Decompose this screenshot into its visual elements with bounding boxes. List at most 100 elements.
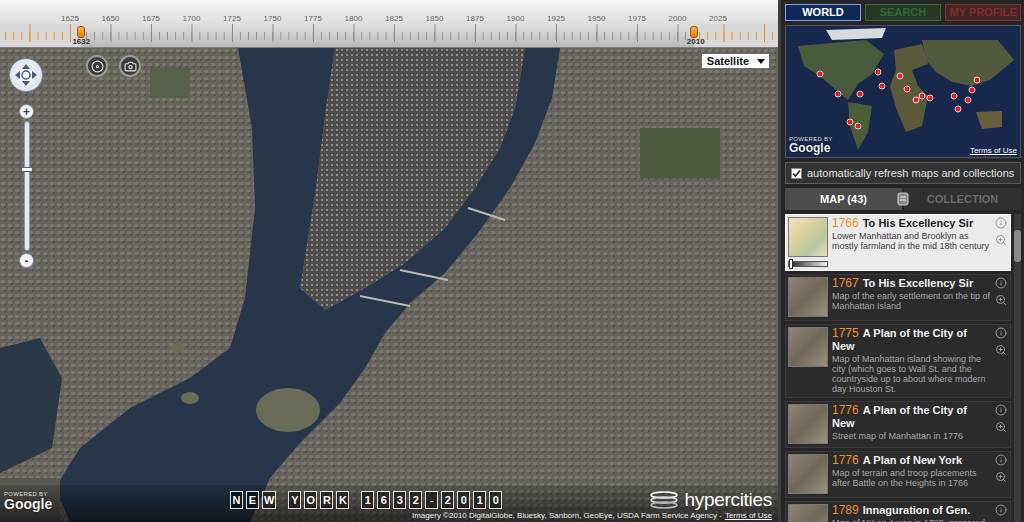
map-description: Map of Manhattan island showing the city… [832, 354, 991, 394]
info-icon[interactable] [995, 217, 1007, 229]
timeline[interactable]: 1625165016751700172517501775180018251850… [0, 0, 778, 48]
terms-link[interactable]: Terms of Use [725, 511, 772, 521]
map-pin[interactable] [879, 83, 885, 89]
zoom-in-icon[interactable] [995, 421, 1007, 433]
list-scrollbar[interactable] [1014, 214, 1021, 522]
map-thumbnail[interactable] [788, 454, 828, 494]
timeline-tick-label: 1850 [415, 14, 455, 24]
list-tab[interactable]: COLLECTION [904, 188, 1021, 210]
satellite-imagery[interactable] [0, 48, 778, 522]
zoom-in-icon[interactable] [995, 294, 1007, 306]
range-start-label: 1632 [67, 37, 95, 46]
map-description: Map of the early settlement on the tip o… [832, 291, 991, 311]
layer-button[interactable] [86, 55, 108, 77]
map-thumbnail[interactable] [788, 504, 828, 522]
map-title: A Plan of New York [863, 454, 962, 466]
range-start-handle[interactable] [77, 26, 85, 38]
map-pin[interactable] [817, 71, 823, 77]
side-panel: WORLDSEARCHMY PROFILE POWERED BYGoogleTer… [778, 0, 1024, 522]
map[interactable]: +-SatellitePOWERED BYGoogleNEWYORK1632-2… [0, 48, 778, 522]
map-list-item[interactable]: 1767To His Excellency SirMap of the earl… [785, 274, 1011, 321]
toggle-icon[interactable] [895, 192, 911, 206]
map-list-item[interactable]: 1776A Plan of the City of NewStreet map … [785, 401, 1011, 448]
opacity-slider-thumb[interactable] [789, 259, 793, 269]
list-tabs: MAP (43)COLLECTION [785, 188, 1021, 210]
panel-tab[interactable]: WORLD [785, 4, 861, 21]
zoom-out-button[interactable]: - [19, 253, 34, 268]
letter-box: O [304, 491, 317, 509]
map-pin[interactable] [875, 69, 881, 75]
pan-control[interactable] [9, 58, 43, 92]
info-icon[interactable] [995, 277, 1007, 289]
panel-tab[interactable]: SEARCH [865, 4, 941, 21]
map-pin[interactable] [835, 91, 841, 97]
map-pin[interactable] [969, 87, 975, 93]
timeline-track[interactable]: 16322010 [0, 24, 778, 47]
map-item-heading: 1776A Plan of the City of New [832, 404, 991, 430]
map-item-actions [995, 277, 1008, 317]
map-thumbnail[interactable] [788, 404, 828, 444]
dropdown-arrow-icon [757, 59, 765, 64]
map-thumbnail[interactable] [788, 327, 828, 367]
out-of-range-right [694, 24, 778, 47]
map-pin[interactable] [847, 119, 853, 125]
opacity-slider[interactable] [788, 261, 828, 267]
map-item-actions [995, 454, 1008, 494]
map-pin[interactable] [955, 106, 961, 112]
timeline-tick-label: 2025 [698, 14, 738, 24]
thumb-column [788, 217, 828, 267]
map-type-dropdown[interactable]: Satellite [701, 53, 770, 69]
map-pin[interactable] [965, 97, 971, 103]
info-icon[interactable] [995, 327, 1007, 339]
zoom-slider[interactable] [24, 121, 30, 251]
zoom-in-button[interactable]: + [19, 104, 34, 119]
hypercities-logo[interactable]: hypercities [649, 489, 772, 511]
map-pin[interactable] [951, 93, 957, 99]
map-description: Street map of Manhattan in 1776 [832, 431, 991, 441]
letter-box: 1 [473, 491, 486, 509]
map-list-item[interactable]: 1775A Plan of the City of NewMap of Manh… [785, 324, 1011, 398]
map-thumbnail[interactable] [788, 277, 828, 317]
info-icon[interactable] [995, 454, 1007, 466]
map-pin[interactable] [897, 73, 903, 79]
map-item-actions [995, 217, 1008, 267]
map-thumbnail[interactable] [788, 217, 828, 257]
map-item-heading: 1766To His Excellency Sir [832, 217, 991, 230]
letter-box: 6 [377, 491, 390, 509]
map-item-text: 1776A Plan of New YorkMap of terrain and… [832, 454, 991, 494]
snapshot-button[interactable] [119, 55, 141, 77]
google-logo[interactable]: POWERED BYGoogle [4, 491, 64, 511]
zoom-in-icon[interactable] [995, 521, 1007, 522]
map-pin[interactable] [974, 77, 980, 83]
letter-box: N [230, 491, 243, 509]
map-pin[interactable] [919, 93, 925, 99]
zoom-in-icon[interactable] [995, 344, 1007, 356]
info-icon[interactable] [995, 404, 1007, 416]
info-icon[interactable] [995, 504, 1007, 516]
zoom-in-icon[interactable] [995, 234, 1007, 246]
auto-refresh-option[interactable]: automatically refresh maps and collectio… [785, 162, 1021, 184]
out-of-range-left [0, 24, 81, 47]
map-pin[interactable] [857, 91, 863, 97]
scrollbar-thumb[interactable] [1014, 230, 1021, 262]
range-end-handle[interactable] [690, 26, 698, 38]
map-pin[interactable] [927, 95, 933, 101]
zoom-in-icon[interactable] [995, 471, 1007, 483]
map-list-item[interactable]: 1776A Plan of New YorkMap of terrain and… [785, 451, 1011, 498]
world-minimap[interactable]: POWERED BYGoogleTerms of Use [785, 25, 1021, 158]
minimap-terms-link[interactable]: Terms of Use [970, 146, 1017, 155]
list-tab[interactable]: MAP (43) [785, 188, 902, 210]
map-list: 1766To His Excellency SirLower Manhattan… [785, 214, 1011, 522]
auto-refresh-checkbox[interactable] [791, 168, 802, 179]
map-pin[interactable] [904, 86, 910, 92]
map-item-heading: 1776A Plan of New York [832, 454, 991, 467]
map-year: 1766 [832, 216, 859, 230]
zoom-slider-thumb[interactable] [21, 167, 33, 172]
zoom-control[interactable]: +- [19, 104, 34, 268]
map-pin[interactable] [913, 97, 919, 103]
map-list-item[interactable]: 1766To His Excellency SirLower Manhattan… [785, 214, 1011, 271]
map-list-item[interactable]: 1789Innaguration of Gen.Map of NY as it … [785, 501, 1011, 522]
map-pin[interactable] [855, 123, 861, 129]
panel-tab[interactable]: MY PROFILE [945, 4, 1021, 21]
map-item-actions [995, 404, 1008, 444]
